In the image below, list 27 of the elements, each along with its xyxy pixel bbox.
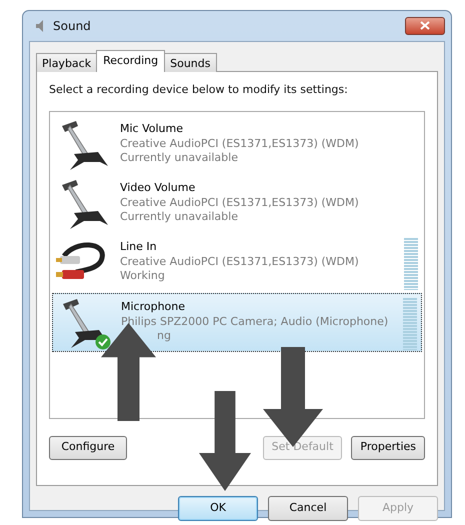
dialog-button[interactable]: OK — [178, 496, 258, 521]
device-status: Currently unavailable — [120, 151, 239, 166]
device-status: Currently unavailable — [120, 210, 239, 225]
tab[interactable]: Sounds — [164, 53, 216, 72]
panel-button[interactable]: Properties — [351, 436, 425, 460]
device-row[interactable]: Mic Volume Creative AudioPCI (ES1371,ES1373) (WDM) Currently unavailable — [52, 116, 422, 174]
close-icon — [420, 21, 430, 30]
device-name: Microphone — [121, 298, 186, 314]
device-name: Line In — [120, 238, 158, 254]
close-button[interactable] — [405, 17, 445, 35]
dialog-button[interactable]: Cancel — [268, 496, 348, 521]
device-driver: Creative AudioPCI (ES1371,ES1373) (WDM) — [120, 196, 359, 210]
device-status: Working — [120, 269, 166, 284]
device-row[interactable]: Microphone Philips SPZ2000 PC Camera; Audio (Microphone) ng — [52, 292, 422, 352]
device-row[interactable]: Video Volume Creative AudioPCI (ES1371,ES1373) (WDM) Currently unavailable — [52, 174, 422, 234]
device-name: Video Volume — [120, 180, 196, 196]
device-status: ng — [156, 329, 172, 344]
device-row[interactable]: Line In Creative AudioPCI (ES1371,ES1373) (WDM) Working — [52, 234, 422, 292]
instruction-text: Select a recording device below to modify its settings: — [49, 82, 349, 98]
panel-button[interactable]: Configure — [49, 436, 127, 460]
device-driver: Creative AudioPCI (ES1371,ES1373) (WDM) — [120, 137, 359, 152]
window-title: Sound — [53, 18, 91, 35]
tab[interactable]: Recording — [96, 50, 166, 72]
device-name: Mic Volume — [120, 120, 184, 136]
tab[interactable]: Playback — [36, 53, 98, 72]
device-driver: Philips SPZ2000 PC Camera; Audio (Microphone) — [121, 315, 388, 330]
device-driver: Creative AudioPCI (ES1371,ES1373) (WDM) — [120, 255, 359, 270]
